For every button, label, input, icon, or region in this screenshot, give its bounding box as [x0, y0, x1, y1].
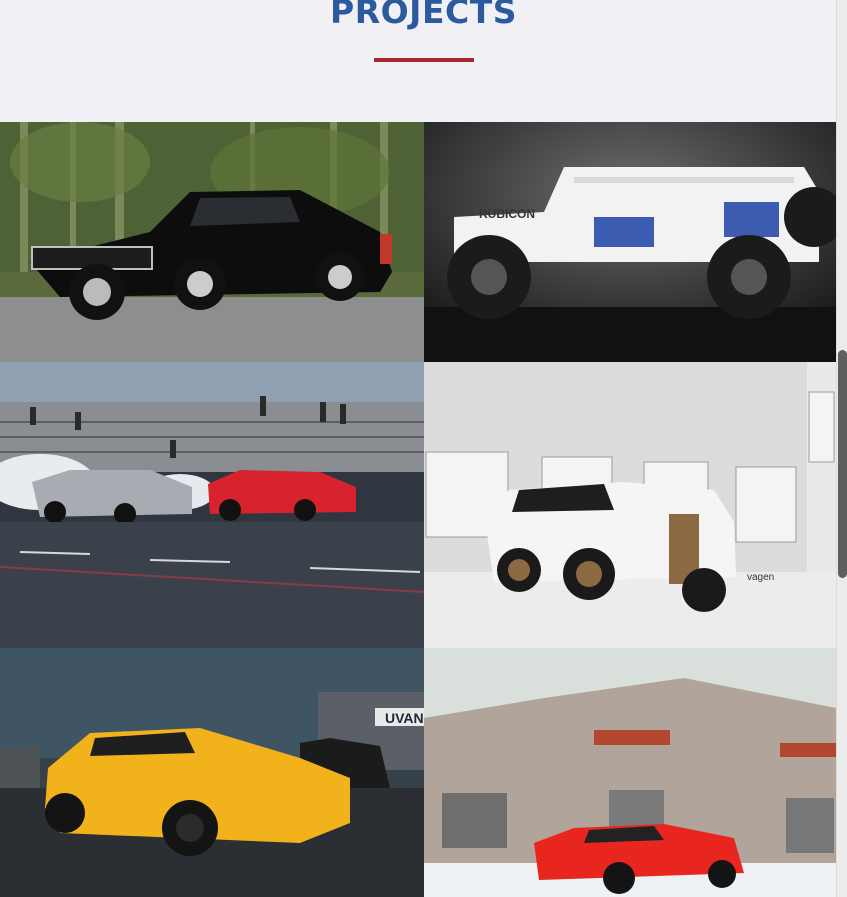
uvan-sign: UVAN — [385, 710, 424, 726]
project-image-4: vagen — [424, 362, 836, 648]
section-title: PROJECTS — [330, 0, 517, 31]
title-underline — [374, 58, 474, 62]
project-image-2: RUBICON — [424, 122, 836, 362]
project-tile-5[interactable]: UVAN — [0, 648, 424, 897]
project-image-1 — [0, 122, 424, 362]
rubicon-decal: RUBICON — [479, 207, 535, 221]
project-image-3 — [0, 362, 424, 648]
project-tile-6[interactable] — [424, 648, 836, 897]
project-tile-2[interactable]: RUBICON — [424, 122, 836, 362]
scrollbar-thumb[interactable] — [838, 350, 847, 578]
project-tile-1[interactable] — [0, 122, 424, 362]
project-tile-4[interactable]: vagen — [424, 362, 836, 648]
vagen-watermark: vagen — [747, 572, 774, 583]
project-image-6 — [424, 648, 836, 897]
projects-header: PROJECTS — [0, 0, 836, 122]
project-tile-3[interactable] — [0, 362, 424, 648]
project-image-5: UVAN — [0, 648, 424, 897]
